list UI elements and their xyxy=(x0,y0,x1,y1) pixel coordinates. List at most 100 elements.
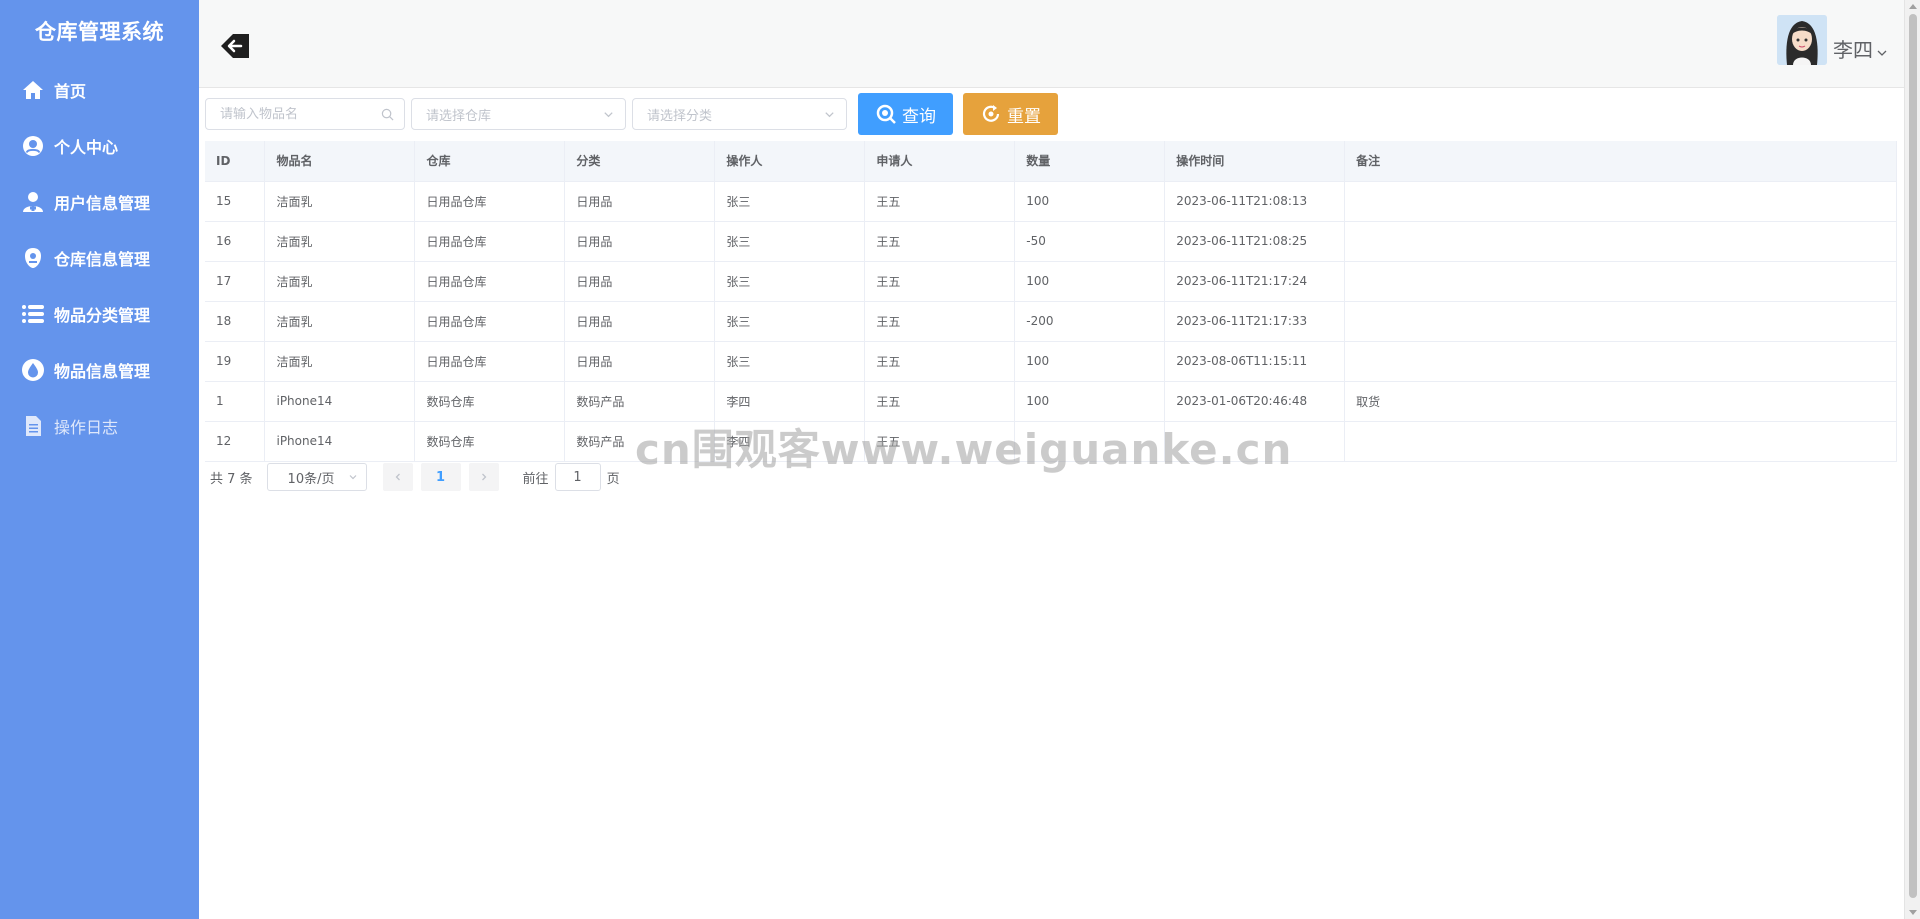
column-header-warehouse[interactable]: 仓库 xyxy=(414,141,566,182)
cell-quantity xyxy=(1014,421,1166,462)
home-icon xyxy=(20,77,46,103)
next-page-button[interactable] xyxy=(468,463,499,491)
sidebar: 仓库管理系统 首页 个人中心 用户信息管理 仓库信息管理 物品分类管理 物品信息… xyxy=(0,0,199,919)
scroll-up-arrow-icon[interactable] xyxy=(1909,4,1917,9)
cell-operate-time: 2023-06-11T21:17:24 xyxy=(1164,261,1346,302)
app-title: 仓库管理系统 xyxy=(35,20,164,44)
cell-warehouse: 日用品仓库 xyxy=(414,301,566,342)
sidebar-item-user-center[interactable]: 个人中心 xyxy=(0,118,199,174)
scroll-down-arrow-icon[interactable] xyxy=(1909,910,1917,915)
back-arrow-icon[interactable] xyxy=(219,32,253,60)
cell-remark xyxy=(1344,421,1897,462)
category-select[interactable]: 请选择分类 xyxy=(632,98,847,130)
cell-category: 日用品 xyxy=(564,301,716,342)
cell-id: 19 xyxy=(205,341,266,382)
user-manage-icon xyxy=(20,189,46,215)
goto-suffix: 页 xyxy=(606,471,620,487)
sidebar-item-warehouse[interactable]: 仓库信息管理 xyxy=(0,230,199,286)
table-row[interactable]: 16 洁面乳 日用品仓库 日用品 张三 王五 -50 2023-06-11T21… xyxy=(205,221,1897,262)
column-header-operate-time[interactable]: 操作时间 xyxy=(1164,141,1346,182)
category-select-placeholder: 请选择分类 xyxy=(647,108,713,124)
column-header-quantity[interactable]: 数量 xyxy=(1014,141,1166,182)
sidebar-item-home[interactable]: 首页 xyxy=(0,62,199,118)
cell-operator: 张三 xyxy=(714,341,866,382)
warehouse-select[interactable]: 请选择仓库 xyxy=(411,98,626,130)
refresh-icon xyxy=(982,105,1000,122)
top-header: 李四 xyxy=(199,0,1904,88)
vertical-scrollbar[interactable] xyxy=(1904,0,1920,919)
column-header-applicant[interactable]: 申请人 xyxy=(864,141,1016,182)
cell-id: 12 xyxy=(205,421,266,462)
sidebar-item-label: 用户信息管理 xyxy=(54,194,151,213)
cell-id: 15 xyxy=(205,181,266,222)
sidebar-item-goods[interactable]: 物品信息管理 xyxy=(0,342,199,398)
cell-item-name: 洁面乳 xyxy=(264,181,416,222)
cell-applicant: 王五 xyxy=(864,221,1016,262)
reset-button[interactable]: 重置 xyxy=(963,93,1058,135)
item-name-field[interactable] xyxy=(205,98,405,130)
page-size-value: 10条/页 xyxy=(287,471,335,487)
search-button-label: 查询 xyxy=(902,106,936,126)
cell-operate-time: 2023-08-06T11:15:11 xyxy=(1164,341,1346,382)
cell-warehouse: 日用品仓库 xyxy=(414,181,566,222)
sidebar-item-log[interactable]: 操作日志 xyxy=(0,398,199,454)
cell-operator: 张三 xyxy=(714,261,866,302)
cell-warehouse: 日用品仓库 xyxy=(414,261,566,302)
cell-quantity: -200 xyxy=(1014,301,1166,342)
cell-item-name: 洁面乳 xyxy=(264,341,416,382)
sidebar-item-user-manage[interactable]: 用户信息管理 xyxy=(0,174,199,230)
user-center-icon xyxy=(20,133,46,159)
column-header-remark[interactable]: 备注 xyxy=(1344,141,1897,182)
filter-bar: 请选择仓库 请选择分类 查询 重置 xyxy=(205,93,1058,135)
cell-applicant: 王五 xyxy=(864,301,1016,342)
cell-id: 16 xyxy=(205,221,266,262)
avatar xyxy=(1777,15,1827,65)
cell-id: 17 xyxy=(205,261,266,302)
column-header-id[interactable]: ID xyxy=(205,141,266,182)
goto-page-input[interactable] xyxy=(554,463,601,491)
table-row[interactable]: 12 iPhone14 数码仓库 数码产品 李四 王五 xyxy=(205,421,1897,462)
cell-remark xyxy=(1344,301,1897,342)
table-row[interactable]: 18 洁面乳 日用品仓库 日用品 张三 王五 -200 2023-06-11T2… xyxy=(205,301,1897,342)
cell-warehouse: 日用品仓库 xyxy=(414,221,566,262)
cell-applicant: 王五 xyxy=(864,261,1016,302)
cell-applicant: 王五 xyxy=(864,181,1016,222)
table-body: 15 洁面乳 日用品仓库 日用品 张三 王五 100 2023-06-11T21… xyxy=(205,181,1897,462)
cell-category: 数码产品 xyxy=(564,381,716,422)
cell-quantity: 100 xyxy=(1014,261,1166,302)
cell-item-name: 洁面乳 xyxy=(264,261,416,302)
table-header-row: ID 物品名 仓库 分类 操作人 申请人 数量 操作时间 备注 xyxy=(205,141,1897,182)
page-size-select[interactable]: 10条/页 xyxy=(266,463,367,491)
sidebar-item-category[interactable]: 物品分类管理 xyxy=(0,286,199,342)
cell-applicant: 王五 xyxy=(864,381,1016,422)
cell-item-name: 洁面乳 xyxy=(264,221,416,262)
cell-category: 数码产品 xyxy=(564,421,716,462)
document-icon xyxy=(20,413,46,439)
column-header-item-name[interactable]: 物品名 xyxy=(264,141,416,182)
reset-button-label: 重置 xyxy=(1007,106,1041,126)
prev-page-button[interactable] xyxy=(382,463,413,491)
cell-remark: 取货 xyxy=(1344,381,1897,422)
cell-warehouse: 数码仓库 xyxy=(414,381,566,422)
column-header-operator[interactable]: 操作人 xyxy=(714,141,866,182)
list-icon xyxy=(20,301,46,327)
table-row[interactable]: 1 iPhone14 数码仓库 数码产品 李四 王五 100 2023-01-0… xyxy=(205,381,1897,422)
cell-id: 1 xyxy=(205,381,266,422)
cell-category: 日用品 xyxy=(564,221,716,262)
table-row[interactable]: 17 洁面乳 日用品仓库 日用品 张三 王五 100 2023-06-11T21… xyxy=(205,261,1897,302)
table-row[interactable]: 15 洁面乳 日用品仓库 日用品 张三 王五 100 2023-06-11T21… xyxy=(205,181,1897,222)
scrollbar-thumb[interactable] xyxy=(1909,14,1917,898)
item-name-input[interactable] xyxy=(220,106,392,122)
search-button[interactable]: 查询 xyxy=(858,93,953,135)
user-menu[interactable]: 李四 xyxy=(1777,15,1888,65)
cell-operate-time xyxy=(1164,421,1346,462)
chevron-down-icon xyxy=(349,475,356,480)
cell-item-name: iPhone14 xyxy=(264,421,416,462)
column-header-category[interactable]: 分类 xyxy=(564,141,716,182)
cell-quantity: 100 xyxy=(1014,341,1166,382)
page-number[interactable]: 1 xyxy=(420,463,461,491)
cell-remark xyxy=(1344,341,1897,382)
chevron-down-icon xyxy=(825,112,834,118)
table-row[interactable]: 19 洁面乳 日用品仓库 日用品 张三 王五 100 2023-08-06T11… xyxy=(205,341,1897,382)
cell-operator: 李四 xyxy=(714,421,866,462)
